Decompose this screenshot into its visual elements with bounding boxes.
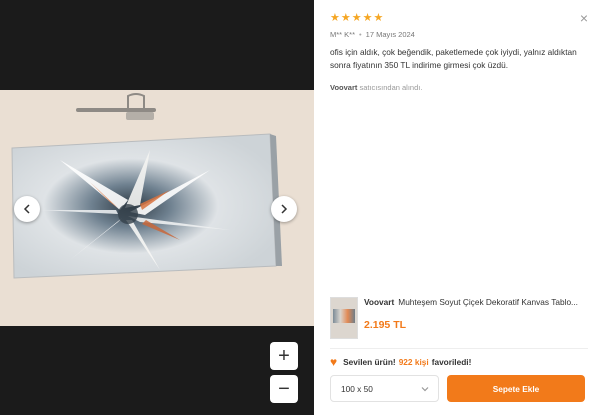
image-viewer: + − — [0, 0, 314, 415]
product-brand: Voovart — [364, 297, 395, 307]
close-icon[interactable]: × — [580, 10, 588, 26]
star-icon: ★ — [330, 12, 340, 24]
product-title[interactable]: Voovart Muhteşem Soyut Çiçek Dekoratif Ka… — [364, 297, 590, 307]
thumbnail-art — [333, 309, 355, 323]
previous-image-button[interactable] — [14, 196, 40, 222]
star-icon: ★ — [340, 12, 351, 24]
review-panel: × ★ ★ ★ ★ ★ M** K** • 17 Mayıs 2024 ofis i… — [314, 0, 600, 415]
chevron-down-icon — [421, 387, 429, 392]
seller-note: Voovart satıcısından alındı. — [330, 83, 422, 92]
star-icon: ★ — [373, 12, 384, 24]
favorites-count: 922 kişi — [398, 357, 429, 367]
meta-separator: • — [359, 30, 362, 39]
product-price: 2.195 TL — [364, 319, 407, 331]
abstract-flower-canvas — [11, 93, 282, 279]
size-select-value: 100 x 50 — [341, 383, 373, 394]
review-text: ofis için aldık, çok beğendik, paketleme… — [330, 47, 577, 70]
next-image-button[interactable] — [271, 196, 297, 222]
seller-name[interactable]: Voovart — [330, 83, 357, 92]
favorites-tail: favoriledi! — [431, 357, 472, 367]
review-author: M** K** — [330, 30, 356, 39]
star-icon: ★ — [351, 12, 362, 24]
add-to-cart-button[interactable]: Sepete Ekle — [447, 375, 585, 402]
chevron-right-icon — [281, 204, 288, 214]
divider — [330, 348, 588, 349]
review-meta: M** K** • 17 Mayıs 2024 — [330, 30, 415, 39]
zoom-out-button[interactable]: − — [270, 375, 298, 403]
product-thumbnail[interactable] — [330, 297, 358, 339]
seller-suffix: satıcısından alındı. — [359, 83, 423, 92]
favorites-info: ♥ Sevilen ürün! 922 kişi favoriledi! — [330, 356, 471, 368]
review-date: 17 Mayıs 2024 — [365, 30, 415, 39]
star-rating: ★ ★ ★ ★ ★ — [330, 13, 383, 24]
favorites-lead: Sevilen ürün! — [343, 357, 396, 367]
product-name: Muhteşem Soyut Çiçek Dekoratif Kanvas Ta… — [398, 297, 578, 307]
review-photo — [0, 90, 314, 326]
chevron-left-icon — [23, 204, 30, 214]
star-icon: ★ — [362, 12, 373, 24]
product-card[interactable]: Voovart Muhteşem Soyut Çiçek Dekoratif Ka… — [330, 297, 588, 339]
heart-icon: ♥ — [330, 355, 338, 369]
size-select[interactable]: 100 x 50 — [330, 375, 439, 402]
zoom-in-button[interactable]: + — [270, 342, 298, 370]
